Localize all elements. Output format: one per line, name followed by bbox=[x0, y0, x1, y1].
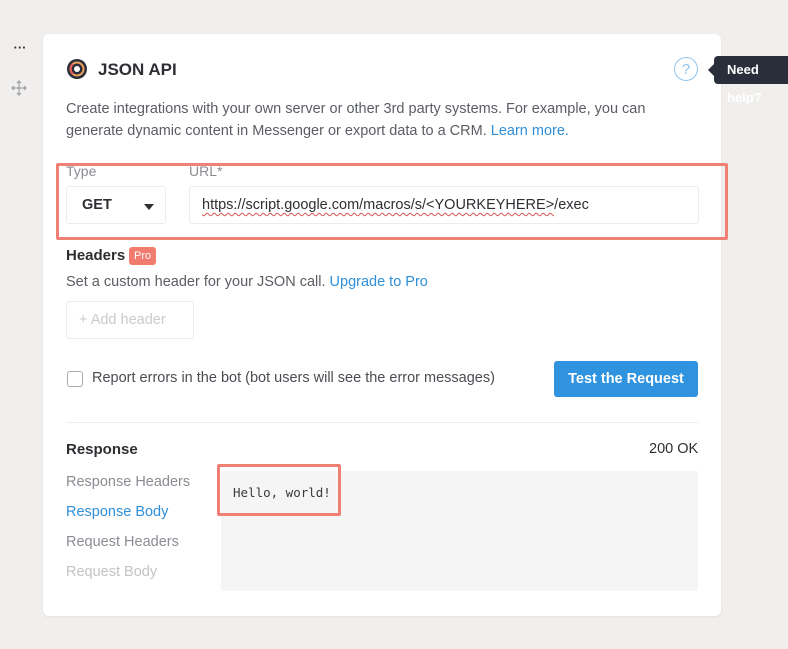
headers-description-text: Set a custom header for your JSON call. bbox=[66, 274, 326, 290]
response-status: 200 OK bbox=[649, 441, 699, 457]
question-icon[interactable]: ? bbox=[674, 57, 698, 81]
headers-title: Headers bbox=[66, 247, 126, 264]
tab-request-body[interactable]: Request Body bbox=[66, 564, 157, 580]
json-api-logo-icon bbox=[66, 58, 88, 80]
upgrade-to-pro-link[interactable]: Upgrade to Pro bbox=[330, 274, 428, 290]
block-description: Create integrations with your own server… bbox=[66, 98, 686, 142]
divider bbox=[66, 422, 698, 423]
response-highlight-box bbox=[217, 464, 341, 516]
tab-response-body[interactable]: Response Body bbox=[66, 504, 168, 520]
test-request-button[interactable]: Test the Request bbox=[554, 361, 698, 397]
need-help-tooltip: Need help? bbox=[708, 56, 788, 105]
block-title: JSON API bbox=[98, 60, 177, 79]
tab-response-headers[interactable]: Response Headers bbox=[66, 474, 190, 490]
report-errors-label[interactable]: Report errors in the bot (bot users will… bbox=[92, 370, 495, 386]
report-errors-checkbox[interactable] bbox=[67, 371, 83, 387]
tab-request-headers[interactable]: Request Headers bbox=[66, 534, 179, 550]
request-highlight-box bbox=[56, 163, 728, 240]
add-header-button[interactable]: + Add header bbox=[66, 301, 194, 339]
response-title: Response bbox=[66, 441, 138, 458]
learn-more-link[interactable]: Learn more. bbox=[491, 123, 569, 139]
headers-description: Set a custom header for your JSON call. … bbox=[66, 274, 428, 290]
json-api-block: JSON API ? Create integrations with your… bbox=[43, 34, 721, 616]
more-options-icon[interactable]: ··· bbox=[9, 38, 31, 60]
move-handle-icon[interactable] bbox=[10, 79, 28, 97]
pro-badge: Pro bbox=[129, 247, 157, 265]
